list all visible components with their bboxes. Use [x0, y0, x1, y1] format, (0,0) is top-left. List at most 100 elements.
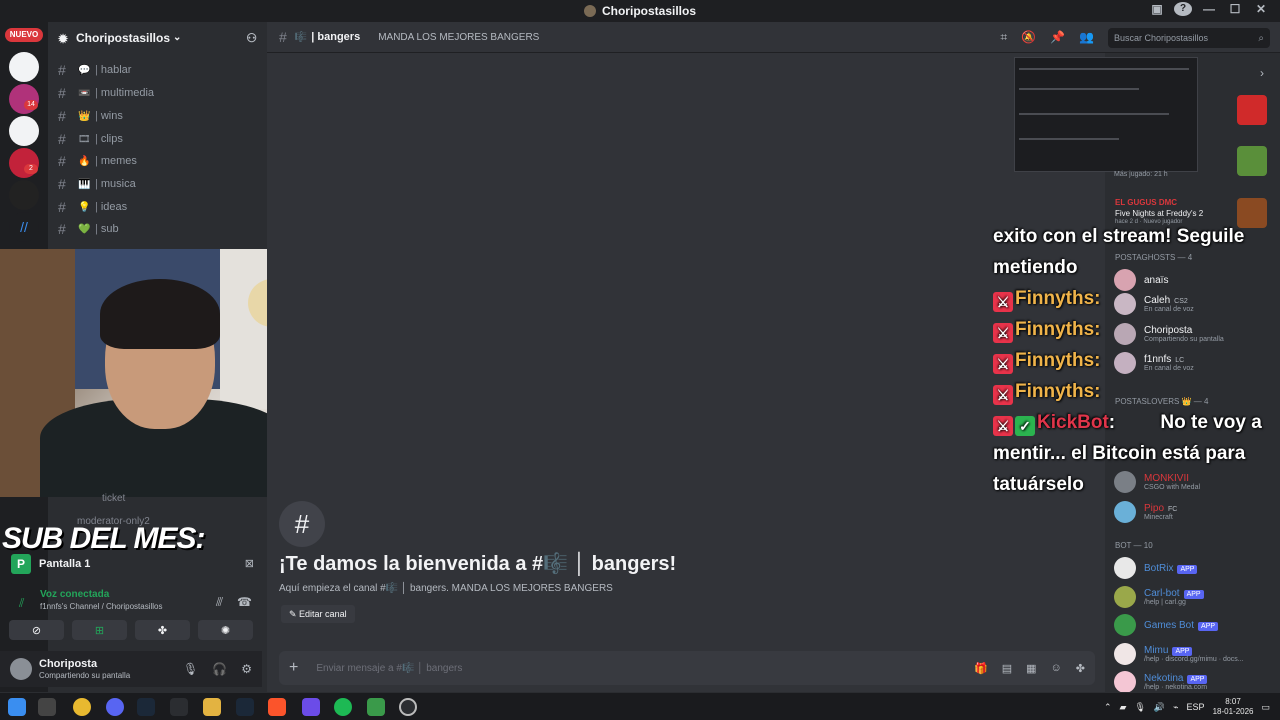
threads-icon[interactable]: ⌗ — [1000, 30, 1007, 45]
notification-icon[interactable]: ▭ — [1261, 702, 1270, 713]
avatar[interactable] — [10, 658, 32, 680]
inbox-icon[interactable]: ▣ — [1144, 2, 1170, 16]
channel-item-ideas[interactable]: # 💡 | ideas — [58, 197, 127, 217]
channel-emoji: 💡 — [78, 201, 91, 213]
clock[interactable]: 8:07 18-01-2026 — [1213, 697, 1254, 717]
server-icon[interactable]: // — [9, 212, 39, 242]
gif-icon[interactable]: ▤ — [1002, 662, 1012, 675]
task-view-icon[interactable] — [38, 698, 56, 716]
channel-item-ticket[interactable]: ticket — [102, 493, 125, 504]
channel-item-hablar[interactable]: # 💬 | hablar — [58, 60, 131, 80]
new-badge[interactable]: NUEVO — [5, 28, 43, 42]
app-icon[interactable] — [367, 698, 385, 716]
preview-line — [1019, 88, 1139, 90]
steam-icon[interactable] — [137, 698, 155, 716]
activities-button[interactable]: ✤ — [135, 620, 190, 640]
steam-icon[interactable] — [236, 698, 254, 716]
headphones-icon[interactable]: 🎧 — [212, 662, 227, 676]
overlay-message: ⚔ Finnyths: — [993, 288, 1101, 312]
server-icon[interactable] — [9, 52, 39, 82]
user-status: Compartiendo su pantalla — [39, 671, 131, 680]
microphone-icon[interactable]: 🎙 — [1134, 702, 1145, 713]
user-info[interactable]: Choriposta Compartiendo su pantalla — [39, 658, 130, 680]
voice-status[interactable]: Voz conectada f1nnfs's Channel / Choripo… — [40, 589, 162, 611]
apps-icon[interactable]: ✤ — [1076, 662, 1085, 675]
gear-icon[interactable]: ⚙ — [241, 662, 252, 676]
channel-item-clips[interactable]: # 🎞 | clips — [58, 129, 123, 149]
disconnect-icon[interactable]: ☎ — [237, 595, 252, 610]
member-name-row: Games Bot APP — [1144, 620, 1219, 631]
member-item[interactable]: BotRix APP — [1114, 556, 1198, 580]
search-input[interactable]: Buscar Choripostasillos ⌕ — [1108, 28, 1270, 48]
channel-title: | bangers — [311, 31, 361, 43]
channel-item-multimedia[interactable]: # 📼 | multimedia — [58, 83, 154, 103]
member-item[interactable]: Pipo FC Minecraft — [1114, 500, 1177, 524]
app-badge: APP — [1177, 564, 1198, 574]
server-icon[interactable] — [9, 116, 39, 146]
emoji-icon[interactable]: ☺ — [1051, 662, 1062, 675]
sword-badge-icon: ⚔ — [993, 323, 1013, 343]
invite-icon[interactable]: ⚇ — [246, 31, 257, 45]
chevron-up-icon[interactable]: ⌃ — [1104, 702, 1112, 713]
sticker-icon[interactable]: ▦ — [1026, 662, 1036, 675]
server-boost-icon: ✹ — [58, 31, 69, 46]
screen-label: Pantalla 1 — [39, 558, 91, 570]
message-input[interactable]: Enviar mensaje a #🎼 │ bangers — [316, 663, 462, 674]
member-item[interactable]: Carl-bot APP/help | carl.gg — [1114, 585, 1204, 609]
noise-suppression-icon[interactable]: ⫻ — [216, 595, 223, 610]
channel-item-wins[interactable]: # 👑 | wins — [58, 106, 123, 126]
activity-card[interactable]: EL GUGUS DMC Five Nights at Freddy's 2 h… — [1115, 198, 1203, 225]
stream-preview[interactable] — [1014, 57, 1198, 172]
maximize-button[interactable]: ☐ — [1222, 2, 1248, 16]
voice-connected-label: Voz conectada — [40, 589, 110, 600]
chevron-right-icon[interactable]: › — [1260, 66, 1264, 80]
member-status: /help · nekotina.com — [1144, 684, 1208, 691]
network-icon[interactable]: ⌁ — [1173, 702, 1178, 713]
gift-icon[interactable]: 🎁 — [974, 662, 988, 675]
channel-topic[interactable]: MANDA LOS MEJORES BANGERS — [378, 32, 539, 43]
mute-bell-icon[interactable]: 🔕 — [1021, 30, 1036, 45]
server-icon[interactable] — [9, 180, 39, 210]
pin-icon[interactable]: 📌 — [1050, 30, 1065, 45]
language-indicator[interactable]: ESP — [1187, 702, 1205, 712]
close-button[interactable]: ✕ — [1248, 2, 1274, 16]
share-screen-button[interactable]: ⊞ — [72, 620, 127, 640]
channel-item-memes[interactable]: # 🔥 | memes — [58, 151, 137, 171]
tray-icon[interactable]: ▰ — [1120, 702, 1127, 713]
member-item[interactable]: Nekotina APP/help · nekotina.com — [1114, 670, 1208, 694]
app-icon[interactable] — [170, 698, 188, 716]
guild-header[interactable]: ✹ Choripostasillos ⌄ ⚇ — [48, 22, 267, 53]
member-item[interactable]: Mimu APP/help · discord.gg/mimu · docs... — [1114, 642, 1244, 666]
volume-icon[interactable]: 🔊 — [1154, 702, 1165, 713]
edit-channel-button[interactable]: ✎ Editar canal — [281, 605, 355, 623]
message-composer[interactable]: + Enviar mensaje a #🎼 │ bangers 🎁 ▤ ▦ ☺ … — [279, 651, 1095, 685]
preview-line — [1019, 68, 1189, 70]
brave-icon[interactable] — [268, 698, 286, 716]
member-item[interactable]: Games Bot APP — [1114, 613, 1219, 637]
minimize-button[interactable]: — — [1196, 2, 1222, 16]
spotify-icon[interactable] — [334, 698, 352, 716]
discord-icon[interactable] — [106, 698, 124, 716]
help-icon[interactable]: ? — [1174, 2, 1192, 16]
folder-icon[interactable] — [203, 698, 221, 716]
overlay-message: ⚔ Finnyths: — [993, 350, 1101, 374]
mention-badge: 2 — [24, 164, 38, 174]
signal-icon: ⫽ — [19, 596, 25, 610]
channel-item-sub[interactable]: # 💚 | sub — [58, 219, 119, 239]
plus-icon[interactable]: + — [289, 659, 298, 677]
chrome-icon[interactable] — [73, 698, 91, 716]
screen-share-item[interactable]: P Pantalla 1 — [11, 554, 90, 574]
stop-screen-icon[interactable]: ⊠ — [245, 557, 254, 570]
overlay-message: ⚔ ✓ KickBot: No te voy a — [993, 412, 1262, 436]
channel-hash-icon: # — [279, 501, 325, 547]
obs-icon[interactable] — [399, 698, 417, 716]
channel-item-musica[interactable]: # 🎹 | musica — [58, 174, 136, 194]
soundboard-button[interactable]: ✺ — [198, 620, 253, 640]
app-icon[interactable] — [302, 698, 320, 716]
microphone-icon[interactable]: 🎙 — [183, 662, 198, 676]
overlay-message-line: mentir... el Bitcoin está para — [993, 443, 1246, 464]
windows-start-icon[interactable] — [8, 698, 26, 716]
camera-toggle-button[interactable]: ⊘ — [9, 620, 64, 640]
sword-badge-icon: ⚔ — [993, 292, 1013, 312]
members-icon[interactable]: 👥 — [1079, 30, 1094, 45]
